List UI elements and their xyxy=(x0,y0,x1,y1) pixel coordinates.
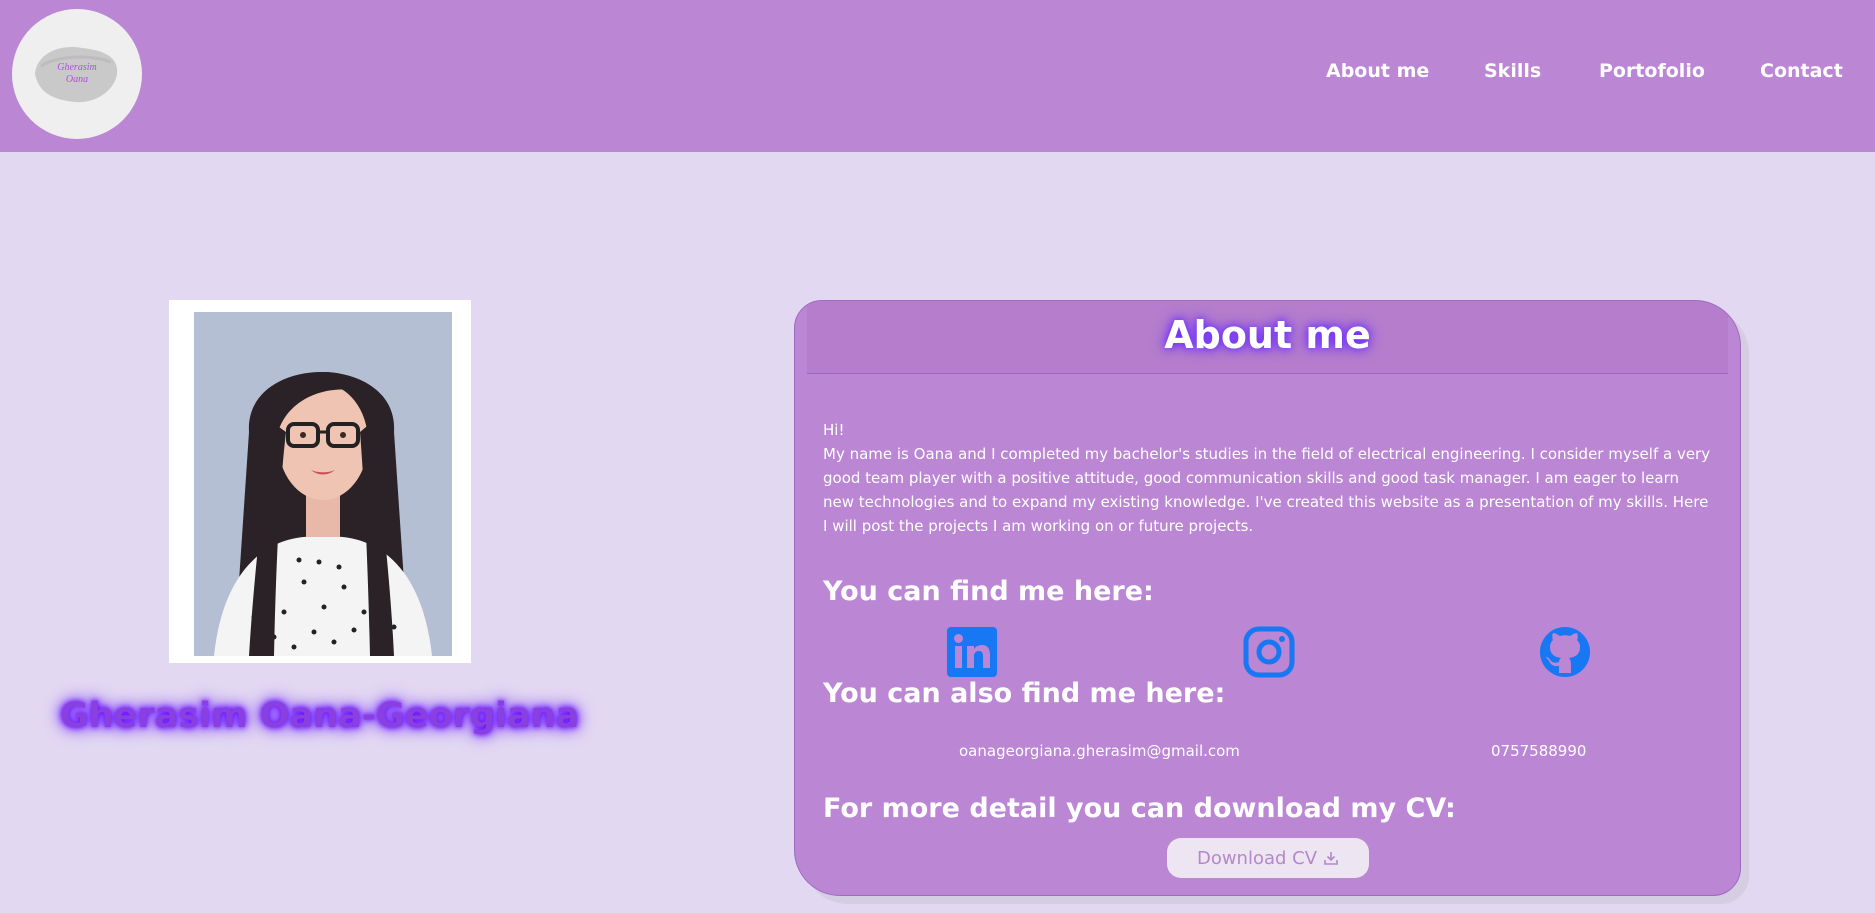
nav-about-me[interactable]: About me xyxy=(1326,60,1429,82)
email-text[interactable]: oanageorgiana.gherasim@gmail.com xyxy=(959,742,1240,760)
download-cv-button[interactable]: Download CV xyxy=(1167,838,1369,878)
navbar: Gherasim Oana About me Skills Portofolio… xyxy=(0,0,1875,152)
github-icon[interactable] xyxy=(1539,626,1591,678)
download-icon xyxy=(1324,852,1338,865)
about-title: About me xyxy=(1164,313,1371,357)
logo[interactable]: Gherasim Oana xyxy=(12,9,142,139)
about-text: Hi! My name is Oana and I completed my b… xyxy=(823,418,1713,538)
instagram-icon[interactable] xyxy=(1243,626,1295,678)
profile-name: Gherasim Oana-Georgiana xyxy=(60,696,580,736)
profile-photo xyxy=(194,312,452,656)
cv-heading: For more detail you can download my CV: xyxy=(823,793,1456,824)
about-header: About me xyxy=(807,301,1728,374)
profile-photo-frame xyxy=(169,300,471,663)
logo-line1: Gherasim xyxy=(57,62,96,73)
download-cv-label: Download CV xyxy=(1196,847,1318,869)
about-card: About me Hi! My name is Oana and I compl… xyxy=(794,300,1741,896)
logo-line2: Oana xyxy=(66,74,88,85)
nav-contact[interactable]: Contact xyxy=(1760,60,1843,82)
logo-brush-icon: Gherasim Oana xyxy=(35,47,118,103)
about-greeting: Hi! xyxy=(823,421,845,439)
find-me-heading: You can find me here: xyxy=(823,576,1154,607)
nav-skills[interactable]: Skills xyxy=(1484,60,1541,82)
about-body: My name is Oana and I completed my bache… xyxy=(823,445,1711,535)
linkedin-icon[interactable] xyxy=(946,626,998,678)
nav-portofolio[interactable]: Portofolio xyxy=(1599,60,1705,82)
phone-text[interactable]: 0757588990 xyxy=(1491,742,1586,760)
also-find-heading: You can also find me here: xyxy=(823,678,1226,709)
